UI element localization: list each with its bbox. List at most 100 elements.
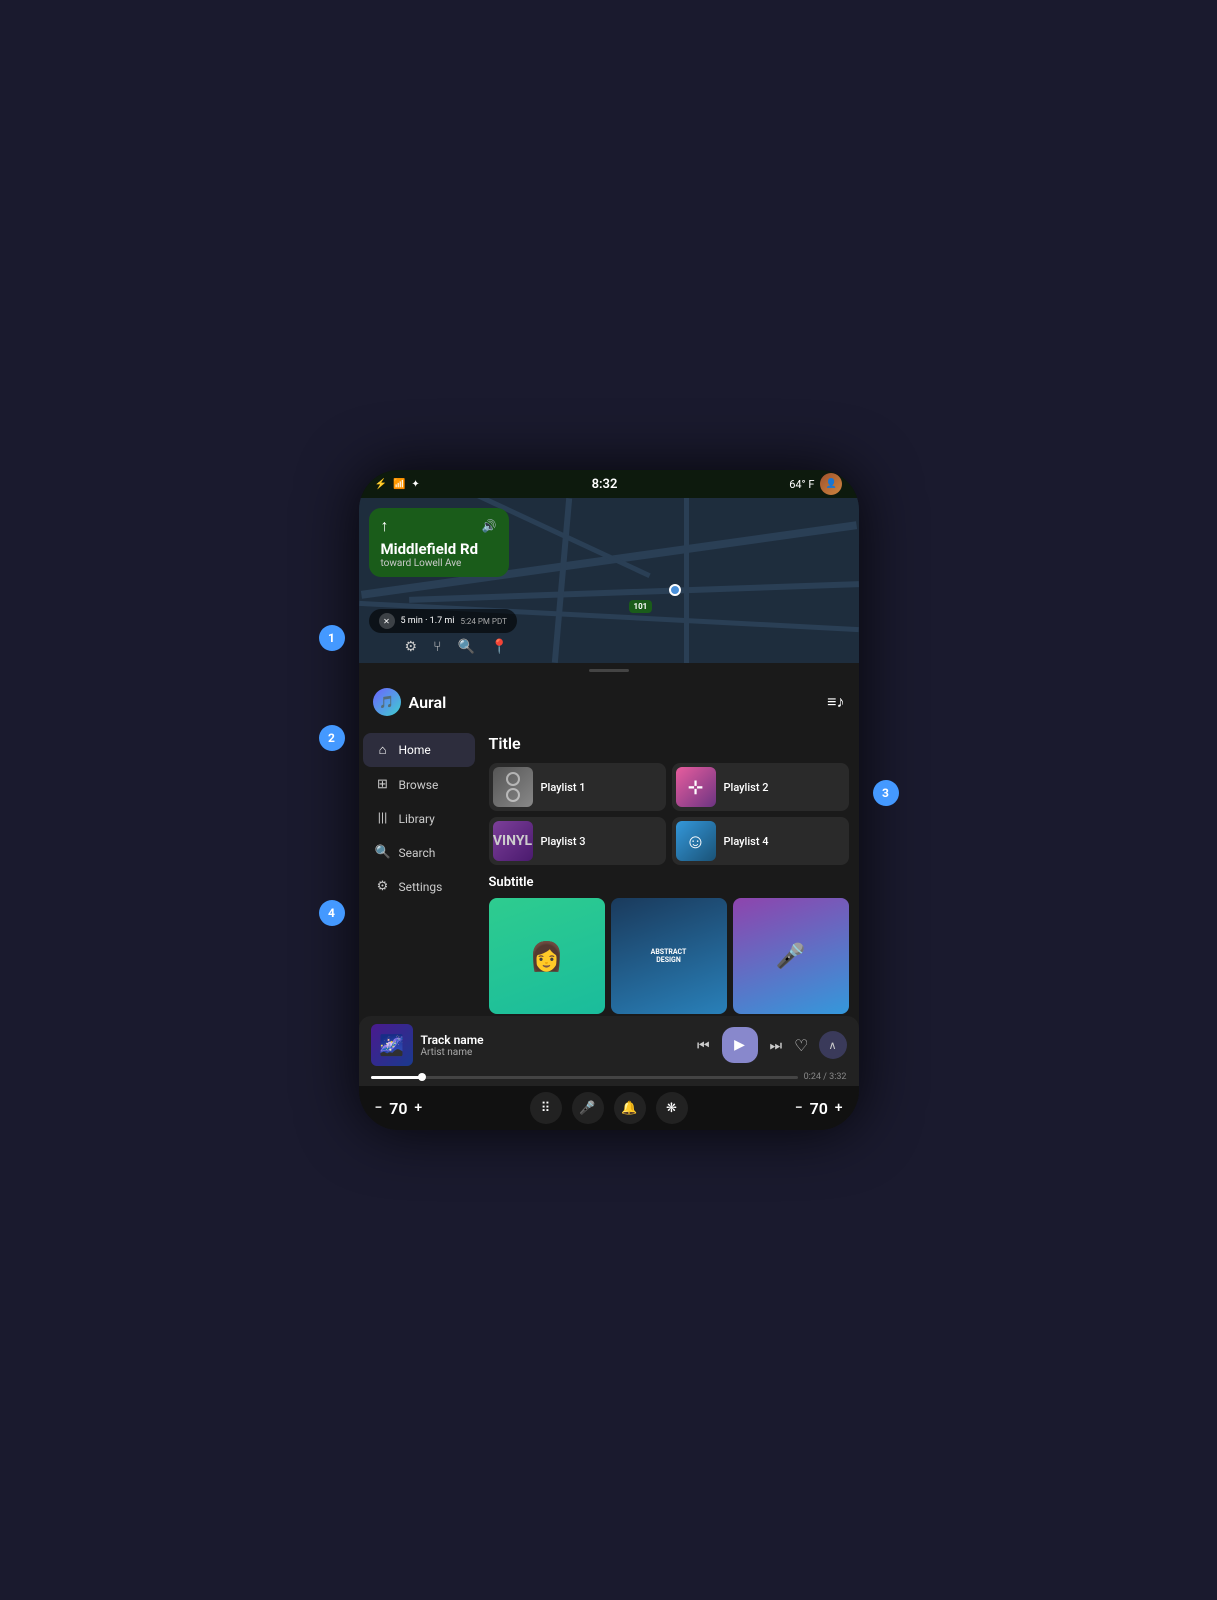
library-icon: ||| xyxy=(375,811,391,826)
search-icon: 🔍 xyxy=(375,845,391,860)
app-name: Aural xyxy=(409,693,447,712)
vol-left-plus[interactable]: + xyxy=(414,1100,422,1116)
sidebar-item-settings[interactable]: ⚙ Settings xyxy=(363,870,475,903)
sidebar-label-home: Home xyxy=(399,743,431,757)
like-button[interactable]: ♡ xyxy=(794,1036,808,1055)
settings-map-icon[interactable]: ⚙ xyxy=(405,639,418,655)
vol-right-plus[interactable]: + xyxy=(835,1100,843,1116)
vol-left-minus[interactable]: − xyxy=(375,1100,383,1116)
sidebar-item-browse[interactable]: ⊞ Browse xyxy=(363,768,475,801)
notification-button[interactable]: 🔔 xyxy=(614,1092,646,1124)
phone-frame: ⚡ 📶 ✦ 8:32 64° F 👤 ↑ xyxy=(359,470,859,1130)
player-track-name: Track name xyxy=(421,1033,687,1047)
playlist-card-4[interactable]: ☺ Playlist 4 xyxy=(672,817,849,865)
nav-eta: 5 min · 1.7 mi xyxy=(401,616,455,626)
highway-badge: 101 xyxy=(629,600,653,613)
expand-player-button[interactable]: ∧ xyxy=(819,1031,847,1059)
brightness-icon: ✦ xyxy=(411,479,419,490)
progress-fill xyxy=(371,1076,422,1079)
pin-icon[interactable]: 📍 xyxy=(491,639,508,655)
gear-icon: ⚙ xyxy=(375,879,391,894)
bottom-bar: − 70 + ⠿ 🎤 🔔 ❋ − 70 + xyxy=(359,1086,859,1130)
sidebar-label-search: Search xyxy=(399,846,436,860)
map-section: ↑ 🔊 Middlefield Rd toward Lowell Ave 101… xyxy=(359,498,859,663)
playlist-thumb-3: VINYL xyxy=(493,821,533,861)
browse-icon: ⊞ xyxy=(375,777,391,792)
player-album-art: 🌌 xyxy=(371,1024,413,1066)
album-card-1[interactable]: 👩 Playlist name 1 xyxy=(489,898,605,1016)
nav-volume-icon[interactable]: 🔊 xyxy=(482,519,497,533)
nav-toward: toward Lowell Ave xyxy=(381,558,497,569)
album-art-3: 🎤 xyxy=(733,898,849,1014)
player-controls: ⏮ ▶ ⏭ ♡ ∧ xyxy=(695,1027,847,1063)
player-artist-name: Artist name xyxy=(421,1047,687,1058)
progress-row: 0:24 / 3:32 xyxy=(371,1072,847,1082)
prev-button[interactable]: ⏮ xyxy=(695,1035,712,1056)
queue-icon[interactable]: ≡♪ xyxy=(827,692,844,712)
main-content: ⌂ Home ⊞ Browse ||| Library 🔍 Search xyxy=(359,726,859,1016)
vol-left-value: 70 xyxy=(386,1099,410,1118)
time-display: 0:24 / 3:32 xyxy=(804,1072,847,1082)
sidebar: ⌂ Home ⊞ Browse ||| Library 🔍 Search xyxy=(359,726,479,1016)
bottom-icons: ⠿ 🎤 🔔 ❋ xyxy=(530,1092,688,1124)
progress-track[interactable] xyxy=(371,1076,798,1079)
climate-button[interactable]: ❋ xyxy=(656,1092,688,1124)
app-header: 🎵 Aural ≡♪ xyxy=(359,678,859,726)
map-controls: ⚙ ⑂ 🔍 📍 xyxy=(369,637,849,657)
section-title: Title xyxy=(489,734,849,753)
playlist-card-3[interactable]: VINYL Playlist 3 xyxy=(489,817,666,865)
nav-arrival: 5:24 PM PDT xyxy=(460,617,506,626)
album-card-3[interactable]: 🎤 Playlist name 3 xyxy=(733,898,849,1016)
playlist-name-2: Playlist 2 xyxy=(724,781,769,794)
search-map-icon[interactable]: 🔍 xyxy=(457,639,474,655)
playlist-card-1[interactable]: Playlist 1 xyxy=(489,763,666,811)
nav-direction-icon: ↑ xyxy=(381,516,389,536)
location-dot xyxy=(669,584,681,596)
playlist-name-4: Playlist 4 xyxy=(724,835,769,848)
sidebar-item-search[interactable]: 🔍 Search xyxy=(363,836,475,869)
apps-button[interactable]: ⠿ xyxy=(530,1092,562,1124)
close-nav-button[interactable]: ✕ xyxy=(379,613,395,629)
playlist-grid: Playlist 1 ⊹ Playlist 2 VINYL xyxy=(489,763,849,865)
annotation-2: 2 xyxy=(319,725,345,751)
playlist-thumb-2: ⊹ xyxy=(676,767,716,807)
clock: 8:32 xyxy=(592,477,618,492)
playlist-name-1: Playlist 1 xyxy=(541,781,586,794)
player-info: Track name Artist name xyxy=(421,1033,687,1058)
sidebar-label-browse: Browse xyxy=(399,778,439,792)
temperature: 64° F xyxy=(789,478,814,491)
vol-right-value: 70 xyxy=(807,1099,831,1118)
sidebar-label-library: Library xyxy=(399,812,435,826)
playlist-card-2[interactable]: ⊹ Playlist 2 xyxy=(672,763,849,811)
album-row: 👩 Playlist name 1 ABSTRACTDESIGN Playlis… xyxy=(489,898,849,1016)
album-card-2[interactable]: ABSTRACTDESIGN Playlist name 2 xyxy=(611,898,727,1016)
nav-card: ↑ 🔊 Middlefield Rd toward Lowell Ave xyxy=(369,508,509,577)
annotation-1: 1 xyxy=(319,625,345,651)
sidebar-item-home[interactable]: ⌂ Home xyxy=(363,733,475,767)
next-button[interactable]: ⏭ xyxy=(768,1035,785,1056)
section-subtitle: Subtitle xyxy=(489,875,849,890)
playlist-name-3: Playlist 3 xyxy=(541,835,586,848)
drag-handle[interactable] xyxy=(359,663,859,678)
vol-left: − 70 + xyxy=(375,1099,423,1118)
content-area: Title Playlist 1 xyxy=(479,726,859,1016)
playlist-thumb-4: ☺ xyxy=(676,821,716,861)
player-bar: 🌌 Track name Artist name ⏮ ▶ ⏭ ♡ ∧ xyxy=(359,1016,859,1086)
app-logo: 🎵 xyxy=(373,688,401,716)
album-art-1: 👩 xyxy=(489,898,605,1014)
sidebar-item-library[interactable]: ||| Library xyxy=(363,802,475,835)
mic-button[interactable]: 🎤 xyxy=(572,1092,604,1124)
route-icon[interactable]: ⑂ xyxy=(433,639,441,655)
signal-icon: 📶 xyxy=(393,479,405,490)
vol-right-minus[interactable]: − xyxy=(795,1100,803,1116)
status-bar: ⚡ 📶 ✦ 8:32 64° F 👤 xyxy=(359,470,859,498)
nav-street: Middlefield Rd xyxy=(381,540,497,558)
user-avatar[interactable]: 👤 xyxy=(820,473,842,495)
annotation-4: 4 xyxy=(319,900,345,926)
playlist-thumb-1 xyxy=(493,767,533,807)
bluetooth-icon: ⚡ xyxy=(375,479,387,490)
album-art-2: ABSTRACTDESIGN xyxy=(611,898,727,1014)
progress-dot xyxy=(418,1073,426,1081)
annotation-3: 3 xyxy=(873,780,899,806)
play-button[interactable]: ▶ xyxy=(722,1027,758,1063)
